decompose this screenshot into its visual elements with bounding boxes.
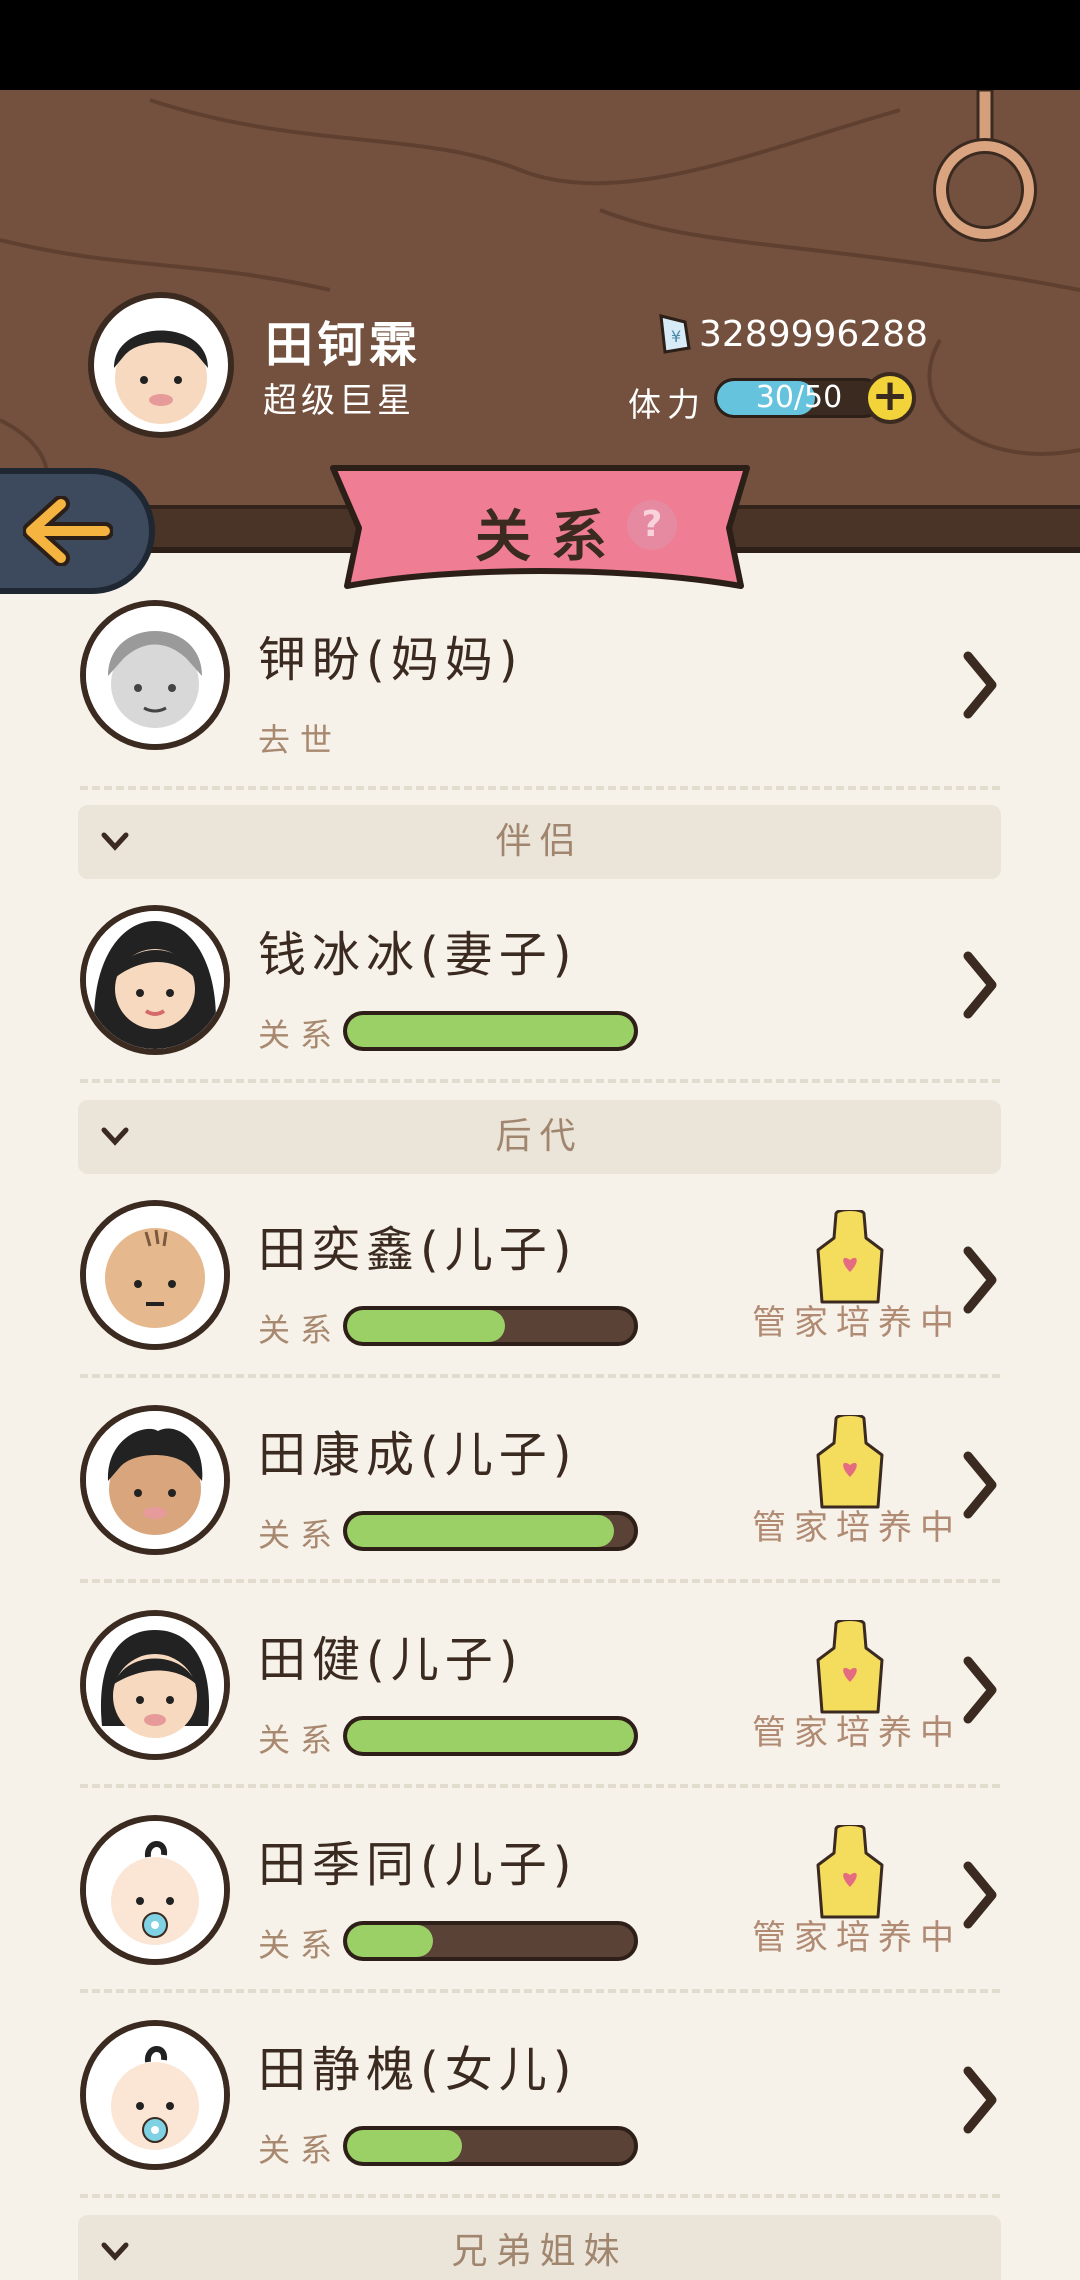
relation-bar: [343, 1306, 638, 1346]
relation-bar: [343, 1011, 638, 1051]
stamina-bar: 30/50: [714, 378, 884, 418]
status-bar: [0, 0, 1080, 90]
bald-son-face-icon: [86, 1206, 224, 1344]
chevron-right-icon: [963, 2066, 997, 2134]
son-face-icon: [86, 1616, 224, 1754]
list-item-child[interactable]: 田健(儿子) 关系 管家培养中: [0, 1610, 1080, 1810]
avatar: [80, 1200, 230, 1350]
relation-fill: [347, 1515, 614, 1547]
chevron-right-icon: [963, 651, 997, 719]
relation-bar: [343, 1511, 638, 1551]
page-title: 关系: [475, 505, 627, 570]
relation-label: 关系: [258, 1721, 343, 1759]
relation-fill: [347, 2130, 462, 2162]
baby-face-icon: [86, 1821, 224, 1959]
list-item-child[interactable]: 田季同(儿子) 关系 管家培养中: [0, 1815, 1080, 2015]
relation-label: 关系: [258, 1516, 343, 1554]
member-name: 田季同(儿子): [258, 1837, 578, 1893]
divider: [80, 1579, 1000, 1583]
back-button[interactable]: [0, 468, 155, 594]
section-label: 后代: [495, 1116, 584, 1157]
relation-bar: [343, 1716, 638, 1756]
relation-bar: [343, 2126, 638, 2166]
member-name: 田健(儿子): [258, 1632, 524, 1688]
relation-bar: [343, 1921, 638, 1961]
grandma-face-icon: [86, 606, 224, 744]
member-status: 去世: [258, 721, 343, 759]
butler-status: 管家培养中: [752, 1303, 962, 1343]
avatar: [80, 1815, 230, 1965]
relation-label: 关系: [258, 1926, 343, 1964]
member-name: 田静槐(女儿): [258, 2042, 578, 2098]
avatar: [80, 2020, 230, 2170]
player-name: 田钶霖: [265, 317, 422, 373]
section-header-partner[interactable]: 伴侣: [78, 805, 1001, 879]
divider: [80, 2194, 1000, 2198]
member-name: 田康成(儿子): [258, 1427, 578, 1483]
member-name: 田奕鑫(儿子): [258, 1222, 578, 1278]
list-item-partner[interactable]: 钱冰冰(妻子) 关系: [0, 905, 1080, 1105]
svg-text:¥: ¥: [671, 327, 681, 346]
relation-label: 关系: [258, 2131, 343, 2169]
chevron-right-icon: [963, 1861, 997, 1929]
list-item-child[interactable]: 田康成(儿子) 关系 管家培养中: [0, 1405, 1080, 1605]
butler-status: 管家培养中: [752, 1713, 962, 1753]
chevron-right-icon: [963, 1451, 997, 1519]
avatar: [80, 600, 230, 750]
ring-hook-icon[interactable]: [930, 90, 1040, 250]
player-avatar[interactable]: [88, 292, 234, 438]
apron-icon: [816, 1620, 884, 1714]
chevron-right-icon: [963, 1656, 997, 1724]
stamina-label: 体力: [628, 385, 706, 424]
list-item[interactable]: 钾盼(妈妈) 去世: [0, 600, 1080, 800]
butler-status: 管家培养中: [752, 1508, 962, 1548]
relation-fill: [347, 1720, 634, 1752]
section-header-siblings[interactable]: 兄弟姐妹: [78, 2215, 1001, 2280]
section-label: 伴侣: [495, 821, 584, 862]
baby-face-icon: [86, 2026, 224, 2164]
relation-fill: [347, 1925, 434, 1957]
divider: [80, 1079, 1000, 1083]
back-arrow-icon: [22, 496, 113, 566]
divider: [80, 1989, 1000, 1993]
apron-icon: [816, 1415, 884, 1509]
list-item-child[interactable]: 田静槐(女儿) 关系: [0, 2020, 1080, 2220]
relation-fill: [347, 1310, 505, 1342]
son-face-icon: [86, 1411, 224, 1549]
section-label: 兄弟姐妹: [451, 2231, 628, 2272]
player-title: 超级巨星: [263, 381, 415, 421]
avatar: [80, 1405, 230, 1555]
butler-status: 管家培养中: [752, 1918, 962, 1958]
stamina-text: 30/50: [755, 380, 843, 415]
relations-list[interactable]: 钾盼(妈妈) 去世 伴侣 钱冰冰(妻子) 关系 后代 田奕鑫(儿子) 关系 管家…: [0, 600, 1080, 2280]
section-header-offspring[interactable]: 后代: [78, 1100, 1001, 1174]
avatar: [80, 1610, 230, 1760]
chevron-right-icon: [963, 1246, 997, 1314]
relation-label: 关系: [258, 1311, 343, 1349]
apron-icon: [816, 1825, 884, 1919]
member-name: 钱冰冰(妻子): [258, 927, 578, 983]
help-button[interactable]: ?: [627, 500, 677, 550]
avatar: [80, 905, 230, 1055]
money-icon: ¥: [659, 314, 691, 354]
divider: [80, 1374, 1000, 1378]
wife-face-icon: [86, 911, 224, 1049]
member-name: 钾盼(妈妈): [258, 632, 524, 688]
player-face-icon: [114, 330, 208, 424]
relation-label: 关系: [258, 1016, 343, 1054]
apron-icon: [816, 1210, 884, 1304]
chevron-right-icon: [963, 951, 997, 1019]
relation-fill: [347, 1015, 634, 1047]
money-amount: 3289996288: [699, 313, 929, 355]
divider: [80, 786, 1000, 790]
add-stamina-button[interactable]: +: [864, 372, 916, 424]
list-item-child[interactable]: 田奕鑫(儿子) 关系 管家培养中: [0, 1200, 1080, 1400]
divider: [80, 1784, 1000, 1788]
money-display: ¥ 3289996288: [655, 312, 928, 356]
